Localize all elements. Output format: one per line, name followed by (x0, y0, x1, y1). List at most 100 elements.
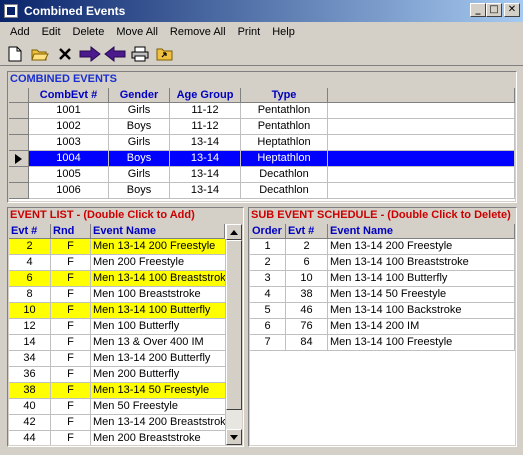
menu-add[interactable]: Add (4, 26, 36, 38)
list-item[interactable]: 36 (9, 367, 51, 383)
col-header-age-group[interactable]: Age Group (170, 88, 241, 103)
menu-edit[interactable]: Edit (36, 26, 67, 38)
list-item[interactable]: F (51, 399, 91, 415)
table-cell[interactable]: Girls (109, 135, 170, 151)
list-item[interactable]: 6 (9, 271, 51, 287)
list-item[interactable]: F (51, 431, 91, 445)
list-item[interactable]: 84 (286, 335, 328, 351)
table-cell[interactable]: Girls (109, 103, 170, 119)
list-item[interactable]: Men 50 Freestyle (91, 399, 226, 415)
list-item[interactable]: Men 200 Butterfly (91, 367, 226, 383)
col-header-event-name[interactable]: Event Name (91, 224, 225, 239)
table-cell[interactable]: Decathlon (241, 183, 328, 199)
list-item[interactable]: Men 100 Breaststroke (91, 287, 226, 303)
maximize-button[interactable]: □ (486, 3, 502, 17)
new-icon[interactable] (4, 43, 26, 65)
list-item[interactable]: 2 (250, 255, 286, 271)
list-item[interactable]: F (51, 287, 91, 303)
col-header-combevt[interactable]: CombEvt # (29, 88, 109, 103)
table-cell[interactable]: Boys (109, 119, 170, 135)
list-item[interactable]: 4 (9, 255, 51, 271)
col-header-order[interactable]: Order (250, 224, 286, 239)
list-item[interactable]: Men 13-14 100 Breaststroke (328, 255, 515, 271)
row-selector[interactable] (9, 183, 29, 199)
list-item[interactable]: F (51, 383, 91, 399)
list-item[interactable]: Men 100 Butterfly (91, 319, 226, 335)
list-item[interactable]: 38 (9, 383, 51, 399)
close-button[interactable]: ✕ (504, 3, 520, 17)
table-cell[interactable]: 13-14 (170, 151, 241, 167)
list-item[interactable]: F (51, 351, 91, 367)
menu-move-all[interactable]: Move All (110, 26, 164, 38)
list-item[interactable]: Men 13-14 200 Freestyle (91, 239, 226, 255)
list-item[interactable]: 40 (9, 399, 51, 415)
menu-remove-all[interactable]: Remove All (164, 26, 232, 38)
row-selector[interactable] (9, 135, 29, 151)
col-header-type[interactable]: Type (241, 88, 328, 103)
list-item[interactable]: F (51, 255, 91, 271)
table-cell[interactable]: 1001 (29, 103, 109, 119)
list-item[interactable]: F (51, 271, 91, 287)
table-cell[interactable]: Girls (109, 167, 170, 183)
list-item[interactable]: 1 (250, 239, 286, 255)
list-item[interactable]: 38 (286, 287, 328, 303)
list-item[interactable]: Men 13-14 200 Freestyle (328, 239, 515, 255)
table-cell[interactable]: Heptathlon (241, 135, 328, 151)
table-cell[interactable]: 1004 (29, 151, 109, 167)
table-cell[interactable]: 1006 (29, 183, 109, 199)
list-item[interactable]: Men 13-14 100 Backstroke (328, 303, 515, 319)
table-cell[interactable]: Boys (109, 183, 170, 199)
list-item[interactable]: Men 13-14 200 Butterfly (91, 351, 226, 367)
list-item[interactable]: Men 13-14 200 Breaststroke (91, 415, 226, 431)
col-header-evt[interactable]: Evt # (9, 224, 51, 239)
list-item[interactable]: 2 (286, 239, 328, 255)
arrow-left-icon[interactable] (104, 43, 126, 65)
table-cell[interactable]: Boys (109, 151, 170, 167)
table-cell-empty[interactable] (328, 103, 515, 119)
list-item[interactable]: F (51, 239, 91, 255)
minimize-button[interactable]: _ (470, 3, 486, 17)
list-item[interactable]: 8 (9, 287, 51, 303)
delete-x-icon[interactable] (54, 43, 76, 65)
table-cell-empty[interactable] (328, 167, 515, 183)
list-item[interactable]: F (51, 335, 91, 351)
list-item[interactable]: 46 (286, 303, 328, 319)
list-item[interactable]: Men 13 & Over 400 IM (91, 335, 226, 351)
row-selector[interactable] (9, 151, 29, 167)
list-item[interactable]: F (51, 415, 91, 431)
table-cell[interactable]: Decathlon (241, 167, 328, 183)
list-item[interactable]: Men 13-14 100 Butterfly (91, 303, 226, 319)
export-icon[interactable] (154, 43, 176, 65)
menu-print[interactable]: Print (232, 26, 267, 38)
arrow-right-icon[interactable] (79, 43, 101, 65)
table-cell[interactable]: 13-14 (170, 183, 241, 199)
list-item[interactable]: 6 (250, 319, 286, 335)
printer-icon[interactable] (129, 43, 151, 65)
list-item[interactable]: 42 (9, 415, 51, 431)
col-header-rnd[interactable]: Rnd (51, 224, 91, 239)
table-cell[interactable]: 1002 (29, 119, 109, 135)
table-cell[interactable]: 13-14 (170, 167, 241, 183)
list-item[interactable]: Men 13-14 200 IM (328, 319, 515, 335)
list-item[interactable]: Men 13-14 50 Freestyle (91, 383, 226, 399)
list-item[interactable]: 2 (9, 239, 51, 255)
list-item[interactable]: 10 (9, 303, 51, 319)
table-cell[interactable]: Pentathlon (241, 103, 328, 119)
table-cell[interactable]: Pentathlon (241, 119, 328, 135)
row-selector[interactable] (9, 167, 29, 183)
list-item[interactable]: F (51, 367, 91, 383)
scroll-thumb[interactable] (226, 240, 242, 410)
table-cell-empty[interactable] (328, 183, 515, 199)
table-cell[interactable]: 13-14 (170, 135, 241, 151)
list-item[interactable]: Men 200 Breaststroke (91, 431, 226, 445)
list-item[interactable]: 7 (250, 335, 286, 351)
list-item[interactable]: 4 (250, 287, 286, 303)
table-cell[interactable]: 11-12 (170, 103, 241, 119)
list-item[interactable]: F (51, 303, 91, 319)
table-cell[interactable]: 1003 (29, 135, 109, 151)
menu-delete[interactable]: Delete (67, 26, 111, 38)
table-cell[interactable]: 1005 (29, 167, 109, 183)
list-item[interactable]: 10 (286, 271, 328, 287)
list-item[interactable]: Men 200 Freestyle (91, 255, 226, 271)
table-cell[interactable]: 11-12 (170, 119, 241, 135)
